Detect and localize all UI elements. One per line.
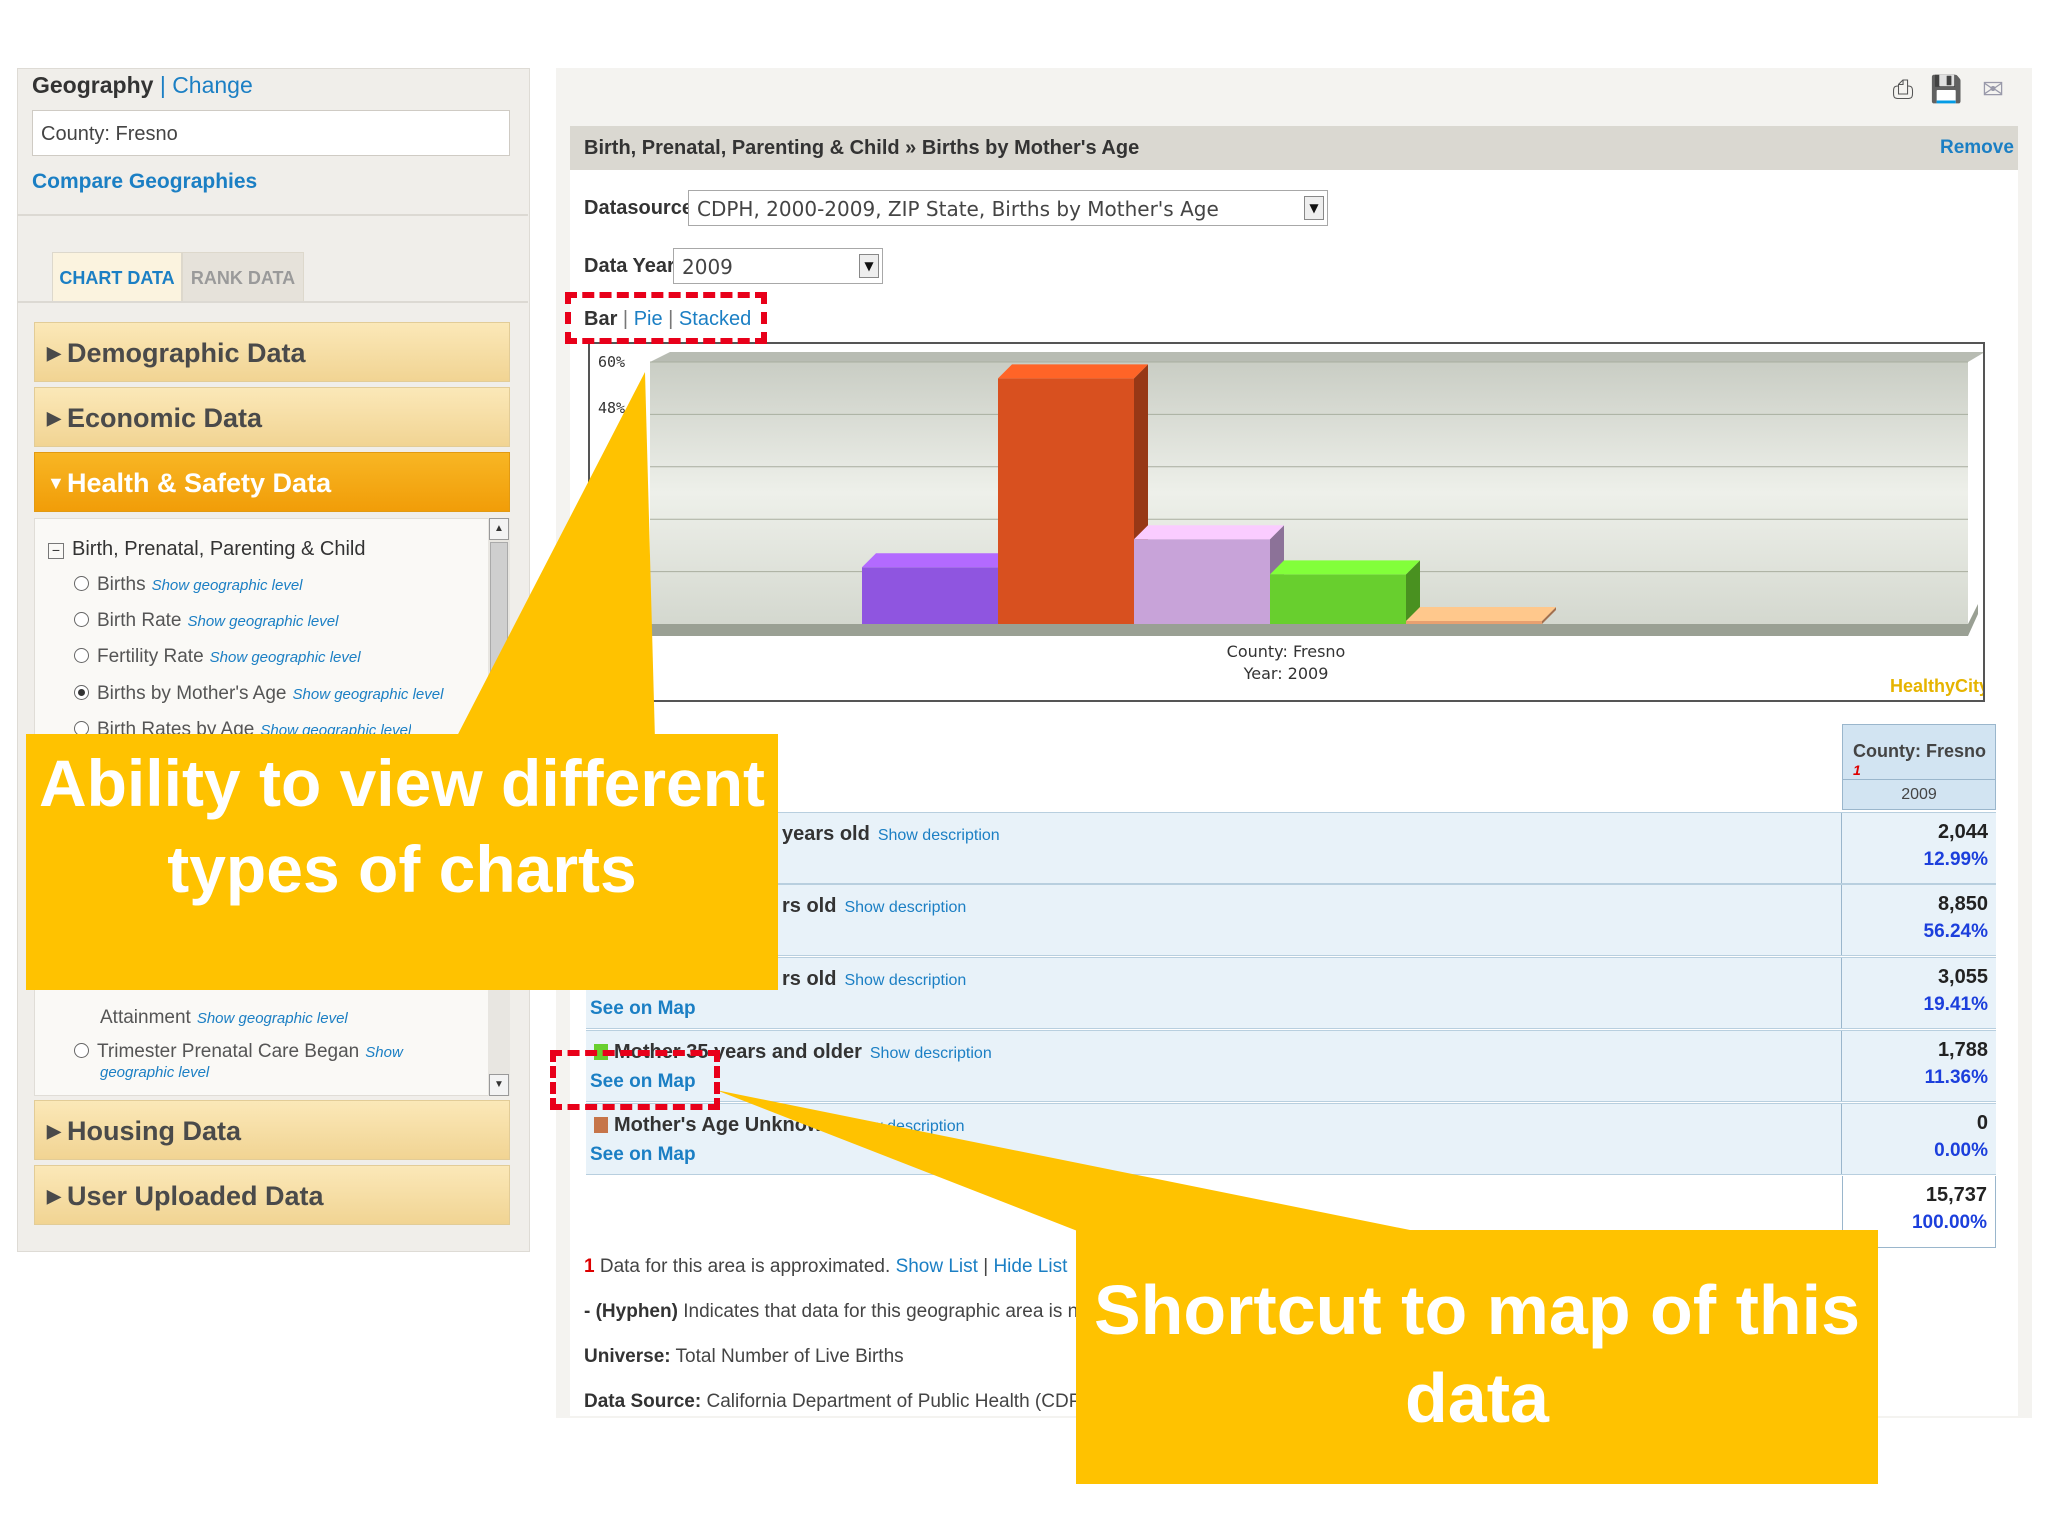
callout-map-shortcut: Shortcut to map of this data	[1076, 1230, 1878, 1484]
callout-pointer-left	[455, 372, 655, 740]
highlight-see-on-map	[550, 1050, 720, 1110]
highlight-chart-types	[565, 292, 767, 344]
callout-pointer-right	[716, 1090, 1420, 1232]
callout-chart-types: Ability to view different types of chart…	[26, 734, 778, 990]
